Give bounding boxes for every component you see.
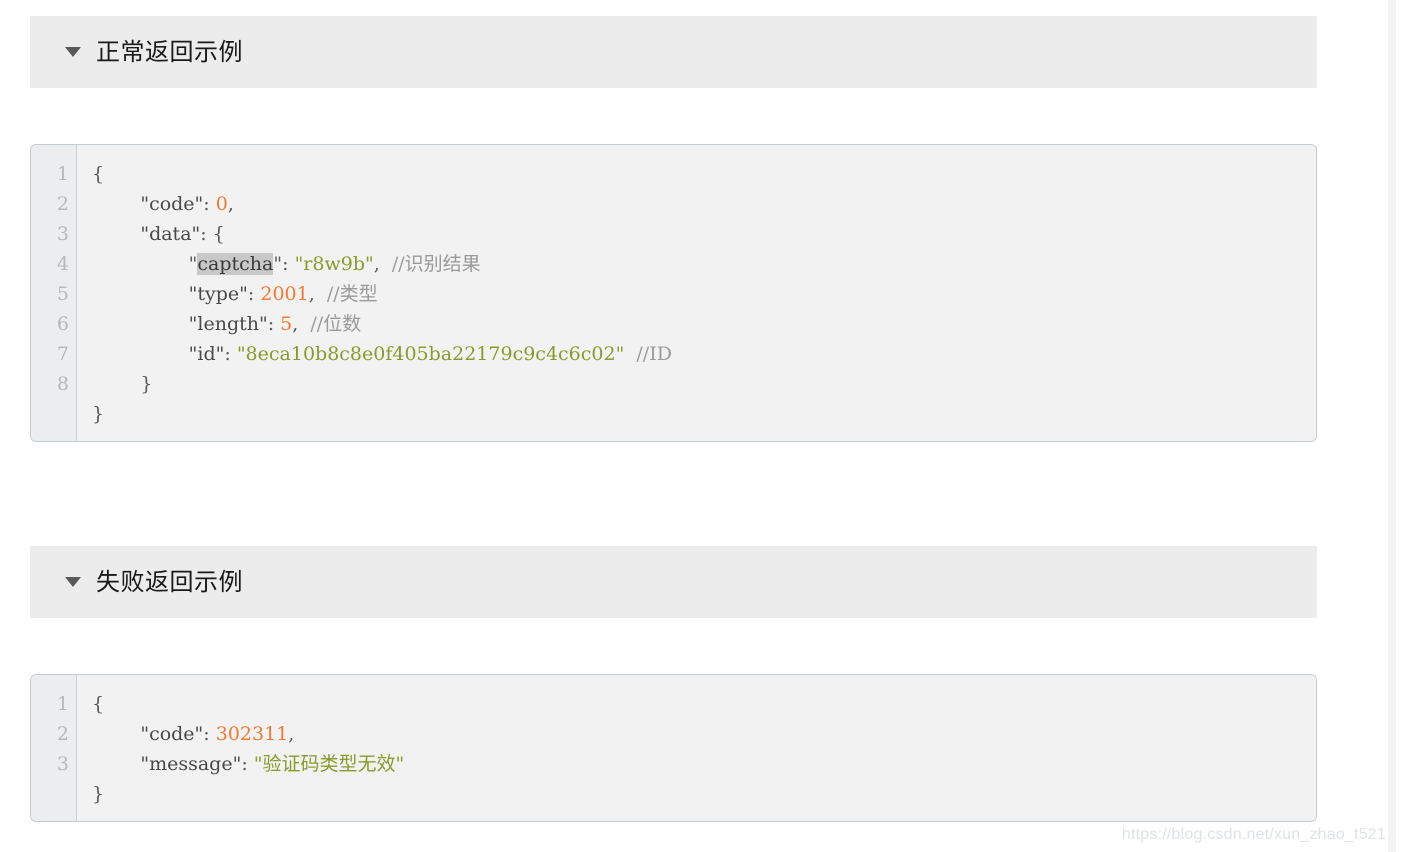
code-token-str: "r8w9b" [294, 253, 374, 275]
code-line: "id": "8eca10b8c8e0f405ba22179c9c4c6c02"… [92, 339, 1316, 369]
code-token-key: "length" [188, 313, 268, 335]
code-token-punct: ": [273, 253, 295, 275]
code-token-punct: , [227, 193, 234, 215]
code-token-punct: : [224, 343, 237, 365]
code-token-punct: } [140, 373, 153, 395]
caret-down-icon[interactable] [65, 577, 81, 587]
line-number-gutter: 1 2 3 4 5 6 7 8 [31, 145, 77, 441]
code-token-punct: : [247, 283, 261, 305]
code-token-punct: { [92, 693, 105, 715]
code-token-punct: : [203, 193, 216, 215]
code-block-failure-response: 1 2 3 { "code": 302311, "message": "验证码类型无… [30, 674, 1317, 822]
code-token-str: "验证码类型无效" [253, 753, 405, 775]
line-number: 3 [56, 223, 69, 245]
code-token-punct: , [288, 723, 295, 745]
watermark-url: https://blog.csdn.net/xun_zhao_t521 [1121, 826, 1386, 843]
code-token-num: 302311 [215, 723, 289, 745]
code-token-comment: //位数 [298, 313, 362, 335]
line-number: 7 [56, 343, 69, 365]
code-token-punct: : { [200, 223, 225, 245]
code-token-punct: } [92, 403, 105, 425]
section-title: 正常返回示例 [96, 38, 243, 66]
code-token-comment: //类型 [314, 283, 378, 305]
code-token-key: "type" [188, 283, 248, 305]
code-line: } [92, 779, 1316, 809]
code-content[interactable]: { "code": 0, "data": { "captcha": "r8w9b… [77, 145, 1316, 441]
caret-down-icon[interactable] [65, 47, 81, 57]
code-line: "captcha": "r8w9b", //识别结果 [92, 249, 1316, 279]
code-token-punct: { [92, 163, 105, 185]
code-token-key: "data" [140, 223, 201, 245]
code-token-key: "message" [140, 753, 242, 775]
code-line: { [92, 159, 1316, 189]
line-number: 5 [56, 283, 69, 305]
line-number: 4 [56, 253, 69, 275]
code-line: "code": 0, [92, 189, 1316, 219]
code-token-punct: : [267, 313, 281, 335]
code-line: "message": "验证码类型无效" [92, 749, 1316, 779]
code-block-normal-response: 1 2 3 4 5 6 7 8 { "code": 0, "data": { "captcha… [30, 144, 1317, 442]
code-line: "length": 5, //位数 [92, 309, 1316, 339]
line-number: 2 [56, 723, 69, 745]
line-number: 8 [56, 373, 69, 395]
code-line: "data": { [92, 219, 1316, 249]
code-line: "code": 302311, [92, 719, 1316, 749]
code-token-comment: //识别结果 [379, 253, 481, 275]
document-page: 正常返回示例 1 2 3 4 5 6 7 8 { "code": 0, "data": { "… [0, 0, 1396, 852]
code-token-comment: //ID [624, 343, 672, 365]
section-header-normal-response[interactable]: 正常返回示例 [30, 16, 1317, 88]
code-token-key: "id" [188, 343, 225, 365]
line-number: 1 [56, 163, 69, 185]
code-token-str: "8eca10b8c8e0f405ba22179c9c4c6c02" [236, 343, 625, 365]
code-line: } [92, 399, 1316, 429]
code-token-sel: captcha [197, 253, 274, 275]
code-token-num: 0 [215, 193, 228, 215]
vertical-scrollbar[interactable] [1388, 0, 1396, 852]
code-line: } [92, 369, 1316, 399]
code-token-key: "code" [140, 193, 204, 215]
line-number-gutter: 1 2 3 [31, 675, 77, 821]
section-title: 失败返回示例 [96, 568, 243, 596]
code-line: "type": 2001, //类型 [92, 279, 1316, 309]
line-number: 2 [56, 193, 69, 215]
code-token-num: 2001 [260, 283, 309, 305]
code-token-punct: : [241, 753, 254, 775]
code-token-punct: : [203, 723, 216, 745]
code-token-punct: } [92, 783, 105, 805]
code-token-num: 5 [280, 313, 293, 335]
line-number: 6 [56, 313, 69, 335]
line-number: 3 [56, 753, 69, 775]
code-token-key: "code" [140, 723, 204, 745]
code-line: { [92, 689, 1316, 719]
line-number: 1 [56, 693, 69, 715]
code-content[interactable]: { "code": 302311, "message": "验证码类型无效"} [77, 675, 1316, 821]
section-header-failure-response[interactable]: 失败返回示例 [30, 546, 1317, 618]
